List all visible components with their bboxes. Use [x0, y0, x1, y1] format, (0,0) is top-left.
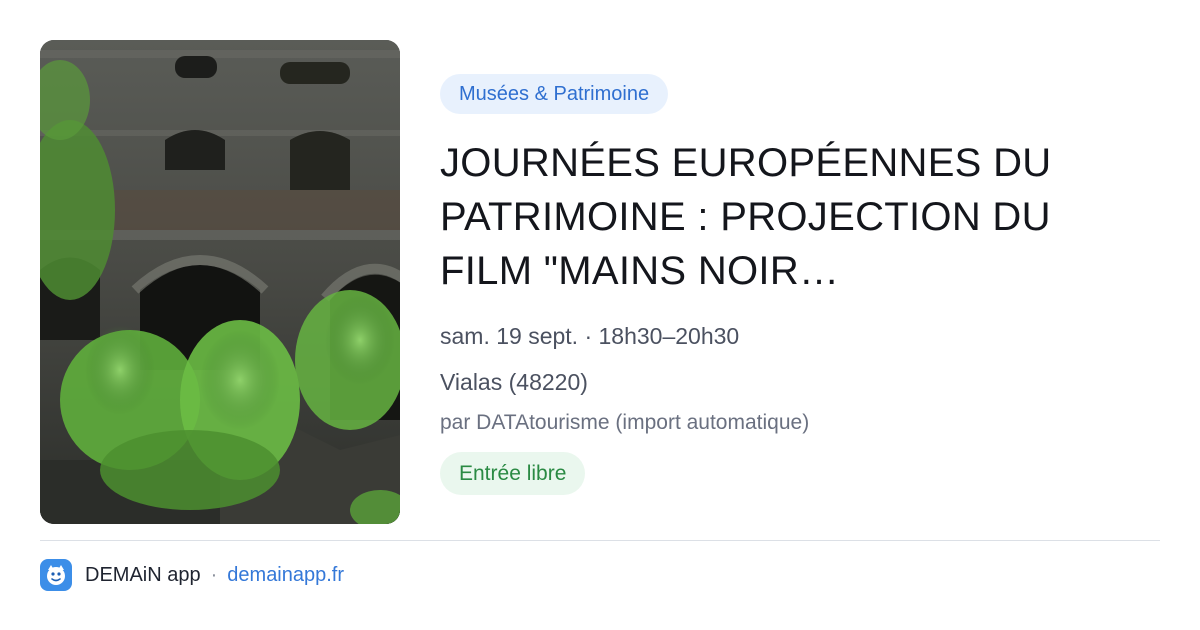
event-photo	[40, 40, 400, 524]
site-domain-link[interactable]: demainapp.fr	[227, 564, 344, 587]
event-datetime: sam. 19 sept. · 18h30–20h30	[440, 323, 740, 349]
event-location: Vialas (48220)	[440, 369, 588, 395]
demain-app-icon	[40, 559, 72, 591]
event-preview-card[interactable]: Musées & Patrimoine JOURNÉES EUROPÉENNES…	[0, 0, 1200, 630]
footer-divider	[40, 540, 1160, 541]
event-title[interactable]: JOURNÉES EUROPÉENNES DU PATRIMOINE : PRO…	[440, 136, 1140, 298]
event-details: Musées & Patrimoine JOURNÉES EUROPÉENNES…	[440, 74, 1160, 495]
site-footer: DEMAiN app · demainapp.fr	[40, 558, 344, 592]
app-name: DEMAiN app	[85, 563, 201, 586]
category-tag[interactable]: Musées & Patrimoine	[440, 74, 669, 114]
price-badge: Entrée libre	[440, 452, 586, 495]
event-source: par DATAtourisme (import automatique)	[440, 411, 810, 434]
footer-separator: ·	[210, 563, 218, 586]
